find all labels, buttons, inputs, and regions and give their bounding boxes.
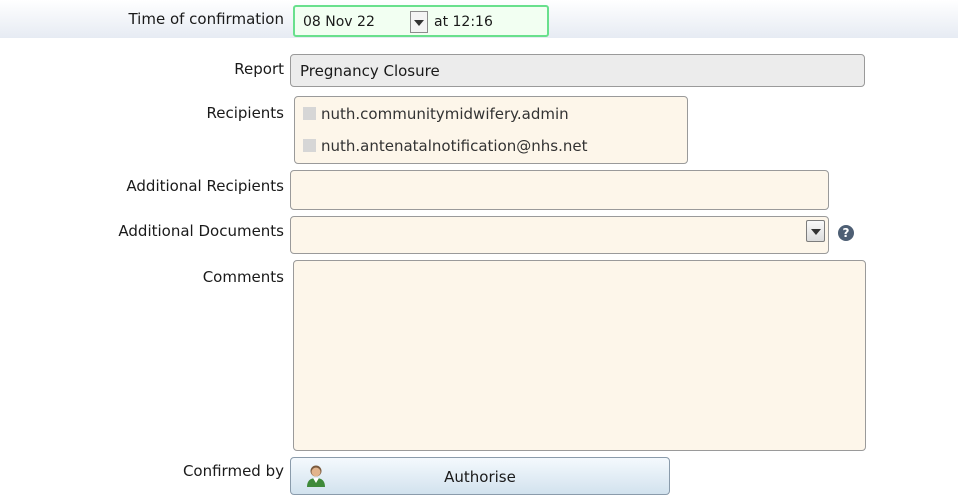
time-of-confirmation-label: Time of confirmation — [128, 10, 284, 28]
recipients-list: nuth.communitymidwifery.admin nuth.anten… — [294, 96, 688, 164]
chevron-down-icon — [811, 229, 821, 235]
authorise-button-label: Authorise — [444, 468, 516, 486]
report-label: Report — [234, 60, 284, 78]
authorise-button[interactable]: Authorise — [290, 457, 670, 495]
recipient-checkbox[interactable] — [303, 107, 316, 120]
date-dropdown-button[interactable] — [410, 11, 428, 33]
question-circle-icon[interactable]: ? — [838, 225, 854, 241]
additional-documents-label: Additional Documents — [118, 222, 284, 240]
list-item[interactable]: nuth.communitymidwifery.admin — [303, 105, 569, 123]
additional-recipients-label: Additional Recipients — [126, 177, 284, 195]
recipient-checkbox[interactable] — [303, 139, 316, 152]
comments-label: Comments — [202, 268, 284, 286]
chevron-down-icon — [414, 20, 424, 26]
confirmation-date-picker[interactable]: 08 Nov 22 at 12:16 — [293, 5, 549, 37]
report-value: Pregnancy Closure — [300, 62, 440, 80]
report-field: Pregnancy Closure — [290, 54, 865, 87]
list-item[interactable]: nuth.antenatalnotification@nhs.net — [303, 137, 587, 155]
comments-textarea[interactable] — [293, 260, 866, 451]
additional-documents-dropdown-button[interactable] — [806, 220, 825, 242]
confirmation-date-value[interactable]: 08 Nov 22 — [303, 14, 375, 30]
recipient-name: nuth.antenatalnotification@nhs.net — [321, 137, 588, 155]
confirmation-time-value[interactable]: at 12:16 — [434, 14, 493, 30]
additional-recipients-input[interactable] — [290, 170, 829, 210]
recipient-name: nuth.communitymidwifery.admin — [321, 105, 569, 123]
recipients-label: Recipients — [206, 104, 284, 122]
additional-documents-select[interactable] — [290, 216, 829, 254]
confirmed-by-label: Confirmed by — [182, 462, 284, 480]
